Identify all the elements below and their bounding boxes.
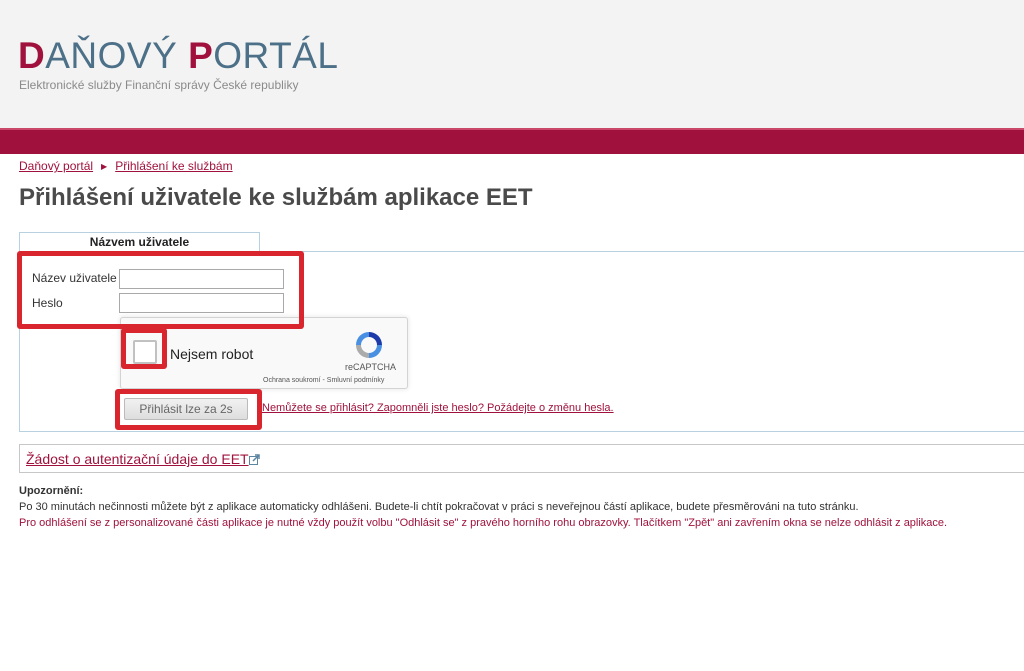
- recaptcha-label: Nejsem robot: [170, 346, 254, 362]
- site-header: DAŇOVÝ PORTÁL Elektronické služby Finanč…: [0, 0, 1024, 128]
- navigation-bar: [0, 128, 1024, 154]
- warning-logout-text: Pro odhlášení se z personalizované části…: [19, 517, 948, 529]
- eet-request-link[interactable]: Žádost o autentizační údaje do EET: [26, 451, 249, 467]
- breadcrumb: Daňový portál ▶ Přihlášení ke službám: [19, 159, 233, 173]
- breadcrumb-login-link[interactable]: Přihlášení ke službám: [115, 159, 232, 173]
- recaptcha-brand: reCAPTCHA: [345, 362, 397, 372]
- username-field[interactable]: [119, 269, 284, 289]
- site-subtitle: Elektronické služby Finanční správy Česk…: [19, 78, 299, 92]
- recaptcha-widget: Nejsem robot reCAPTCHA Ochrana soukromí …: [120, 317, 408, 389]
- password-field[interactable]: [119, 293, 284, 313]
- login-button[interactable]: Přihlásit lze za 2s: [124, 398, 248, 420]
- tab-username-login[interactable]: Názvem uživatele: [19, 232, 260, 252]
- forgot-password-link[interactable]: Nemůžete se přihlásit? Zapomněli jste he…: [262, 402, 614, 414]
- warning-timeout-text: Po 30 minutách nečinnosti můžete být z a…: [19, 501, 859, 513]
- page-title: Přihlášení uživatele ke službám aplikace…: [19, 184, 533, 211]
- password-label: Heslo: [32, 296, 63, 310]
- logo-letter-p: P: [188, 35, 214, 76]
- logo-text-danovy: AŇOVÝ: [45, 35, 189, 76]
- recaptcha-checkbox[interactable]: [133, 340, 157, 364]
- logo-letter-d: D: [18, 35, 46, 76]
- username-label: Název uživatele: [32, 271, 117, 285]
- recaptcha-privacy-terms-links[interactable]: Ochrana soukromí - Smluvní podmínky: [263, 377, 384, 384]
- warning-title: Upozornění:: [19, 485, 84, 497]
- logo-text-portal: ORTÁL: [213, 35, 339, 76]
- breadcrumb-home-link[interactable]: Daňový portál: [19, 159, 93, 173]
- recaptcha-logo-icon: [356, 332, 382, 358]
- external-link-icon[interactable]: [249, 454, 260, 465]
- triangle-right-icon: ▶: [101, 162, 108, 171]
- eet-request-box: Žádost o autentizační údaje do EET: [19, 444, 1024, 473]
- site-logo[interactable]: DAŇOVÝ PORTÁL: [18, 36, 338, 76]
